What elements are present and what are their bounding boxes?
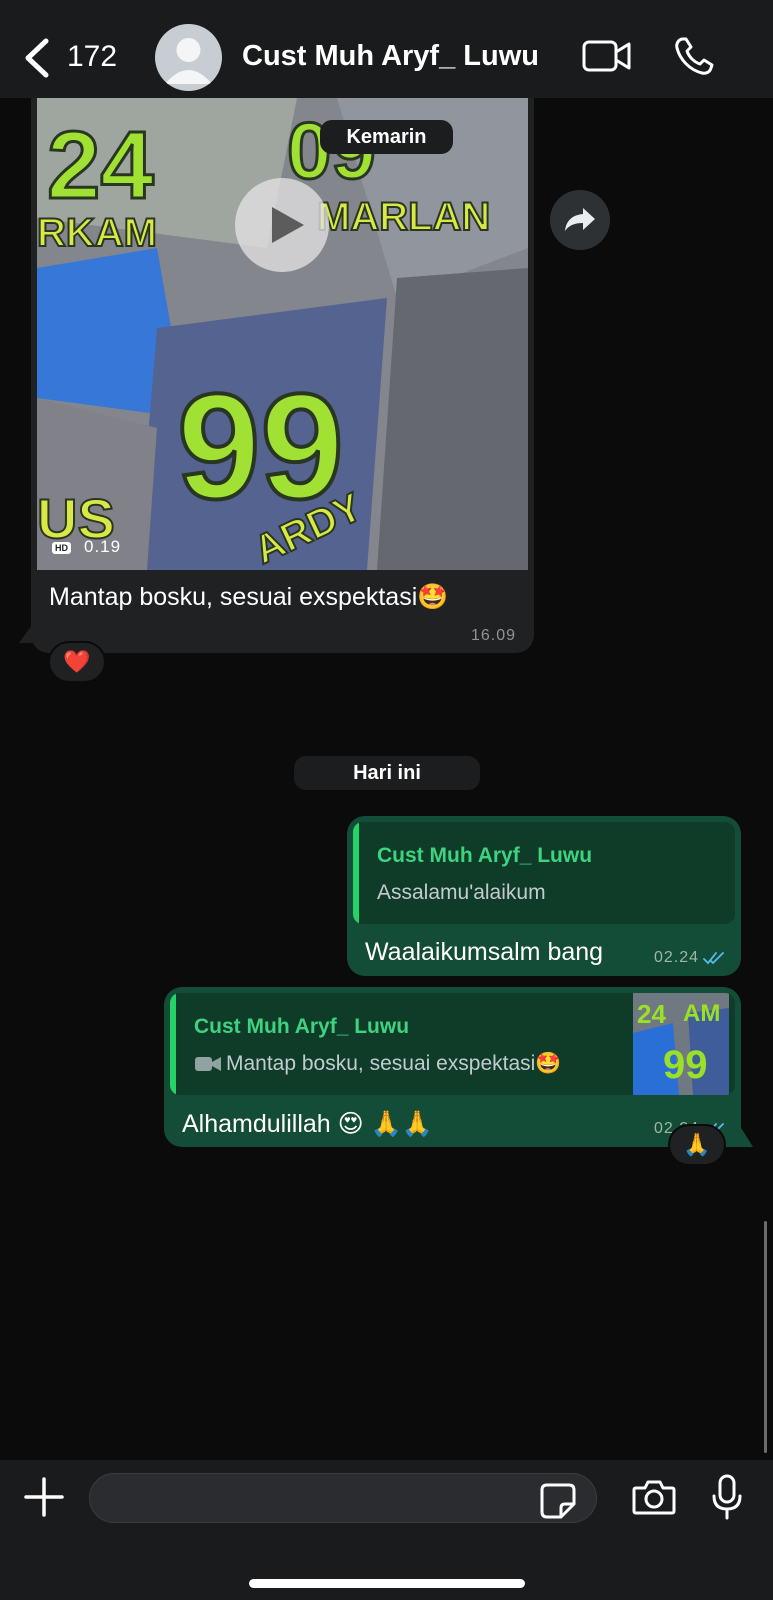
quoted-video-thumbnail: 24 AM 99 — [633, 993, 729, 1095]
phone-icon[interactable] — [674, 36, 716, 76]
plus-icon[interactable] — [24, 1477, 64, 1517]
video-duration: 0.19 — [84, 537, 122, 556]
date-separator-yesterday: Kemarin — [320, 120, 453, 154]
read-ticks-icon — [703, 952, 724, 965]
quoted-text: Assalamu'alaikum — [377, 881, 546, 904]
jersey-thumbnail: 24 AM 99 — [633, 993, 729, 1095]
forward-icon — [565, 208, 595, 231]
jersey-photo: 24 09 RKAM MARLAN 99 ARDY US — [37, 98, 528, 570]
svg-text:24: 24 — [637, 999, 666, 1029]
chat-header: 172 Cust Muh Aryf_ Luwu — [0, 0, 773, 98]
chevron-left-icon[interactable] — [22, 38, 52, 78]
reaction-badge[interactable]: 🙏 — [668, 1124, 726, 1166]
date-separator-today: Hari ini — [294, 756, 480, 790]
svg-text:99: 99 — [663, 1043, 708, 1087]
message-meta: 02.24 — [654, 949, 725, 967]
scrollbar[interactable] — [764, 1221, 767, 1453]
microphone-icon[interactable] — [712, 1474, 742, 1520]
incoming-video-message[interactable]: 24 09 RKAM MARLAN 99 ARDY US HD 0.19 Man… — [31, 98, 534, 653]
contact-name[interactable]: Cust Muh Aryf_ Luwu — [242, 40, 539, 73]
reaction-badge[interactable]: ❤️ — [48, 641, 106, 683]
message-text: Alhamdulillah 😍 🙏🙏 — [182, 1110, 433, 1138]
camera-icon[interactable] — [632, 1478, 676, 1516]
avatar-placeholder-icon — [165, 38, 212, 84]
unread-count[interactable]: 172 — [67, 40, 117, 74]
quoted-text: Mantap bosku, sesuai exspektasi🤩 — [226, 1052, 562, 1075]
forward-button[interactable] — [550, 190, 610, 250]
video-camera-icon — [195, 1057, 221, 1072]
message-composer — [0, 1460, 773, 1600]
quoted-text-row: Mantap bosku, sesuai exspektasi🤩 — [194, 1052, 562, 1076]
avatar[interactable] — [155, 24, 222, 91]
message-time: 02.24 — [653, 949, 699, 966]
outgoing-message[interactable]: Cust Muh Aryf_ Luwu Assalamu'alaikum Waa… — [347, 816, 741, 976]
outgoing-message[interactable]: Cust Muh Aryf_ Luwu Mantap bosku, sesuai… — [164, 987, 741, 1147]
quoted-message[interactable]: Cust Muh Aryf_ Luwu Mantap bosku, sesuai… — [170, 993, 735, 1095]
message-text: Mantap bosku, sesuai exspektasi🤩 — [49, 583, 449, 611]
video-thumbnail[interactable]: 24 09 RKAM MARLAN 99 ARDY US HD 0.19 — [37, 98, 528, 570]
sticker-icon[interactable] — [539, 1482, 577, 1520]
home-indicator — [249, 1579, 525, 1588]
hd-badge: HD — [52, 542, 71, 554]
chat-area[interactable]: 24 09 RKAM MARLAN 99 ARDY US HD 0.19 Man… — [0, 98, 773, 1460]
message-input[interactable] — [89, 1473, 597, 1523]
quoted-sender: Cust Muh Aryf_ Luwu — [194, 1015, 410, 1038]
message-text: Waalaikumsalm bang — [365, 938, 604, 966]
message-time: 16.09 — [470, 627, 516, 644]
bubble-tail — [738, 1123, 753, 1147]
quoted-sender: Cust Muh Aryf_ Luwu — [377, 844, 593, 867]
play-button[interactable] — [235, 178, 329, 272]
svg-text:AM: AM — [683, 1000, 720, 1027]
video-camera-icon[interactable] — [582, 38, 632, 74]
quoted-message[interactable]: Cust Muh Aryf_ Luwu Assalamu'alaikum — [353, 822, 735, 924]
